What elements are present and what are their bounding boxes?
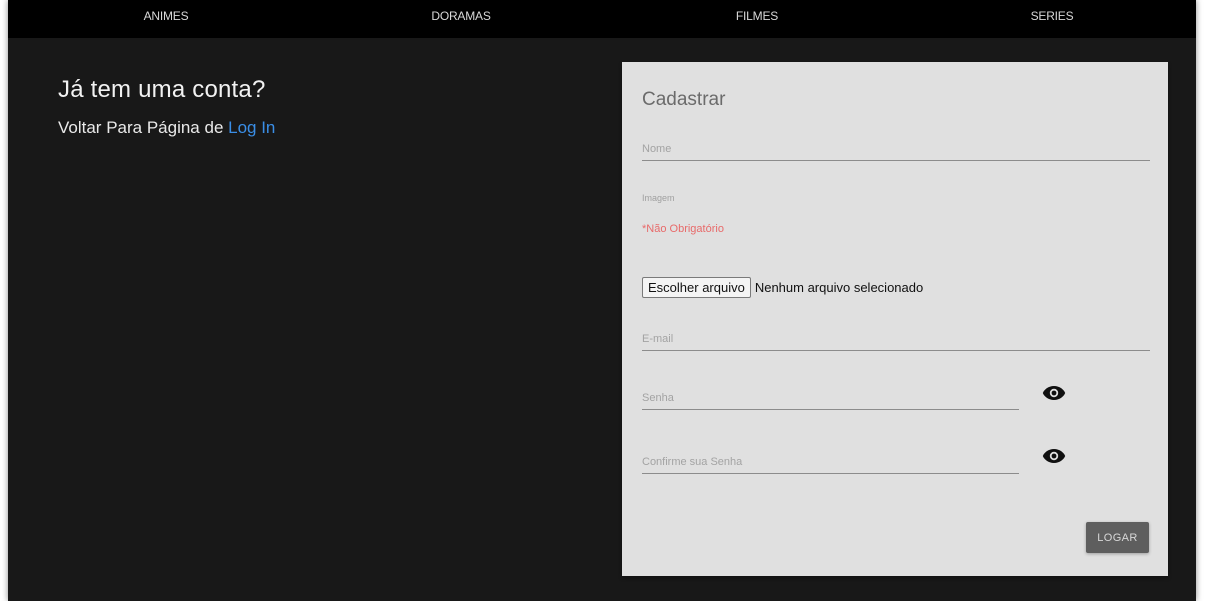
nav-link-doramas[interactable]: DORAMAS [431, 9, 490, 23]
top-navbar: ANIMES DORAMAS FILMES SERIES [8, 0, 1196, 38]
email-field-wrapper [642, 329, 1150, 351]
submit-button[interactable]: LOGAR [1086, 522, 1149, 553]
page-frame: ANIMES DORAMAS FILMES SERIES Já tem uma … [8, 0, 1196, 601]
name-input[interactable] [642, 143, 1150, 161]
login-link[interactable]: Log In [228, 118, 275, 137]
signup-form: Cadastrar Imagem *Não Obrigatório Escolh… [622, 62, 1168, 576]
image-optional-note: *Não Obrigatório [642, 223, 724, 235]
confirm-password-input[interactable] [642, 456, 1019, 474]
image-label: Imagem [642, 193, 675, 203]
image-file-picker: Escolher arquivo Nenhum arquivo selecion… [642, 277, 923, 298]
email-input[interactable] [642, 333, 1150, 351]
password-input[interactable] [642, 392, 1019, 410]
nav-link-series[interactable]: SERIES [1031, 9, 1074, 23]
file-status-text: Nenhum arquivo selecionado [754, 280, 924, 295]
form-title: Cadastrar [642, 89, 726, 110]
choose-file-button[interactable]: Escolher arquivo [642, 277, 751, 298]
login-prompt-text: Voltar Para Página de Log In [58, 118, 275, 138]
login-prompt: Já tem uma conta? Voltar Para Página de … [58, 76, 275, 138]
password-field-wrapper [642, 388, 1019, 410]
eye-icon[interactable] [1042, 448, 1066, 464]
confirm-password-field-wrapper [642, 452, 1019, 474]
login-prompt-heading: Já tem uma conta? [58, 76, 266, 103]
nav-link-animes[interactable]: ANIMES [144, 9, 189, 23]
eye-icon[interactable] [1042, 385, 1066, 401]
name-field-wrapper [642, 139, 1150, 161]
nav-link-filmes[interactable]: FILMES [736, 9, 778, 23]
login-prompt-prefix: Voltar Para Página de [58, 118, 229, 137]
